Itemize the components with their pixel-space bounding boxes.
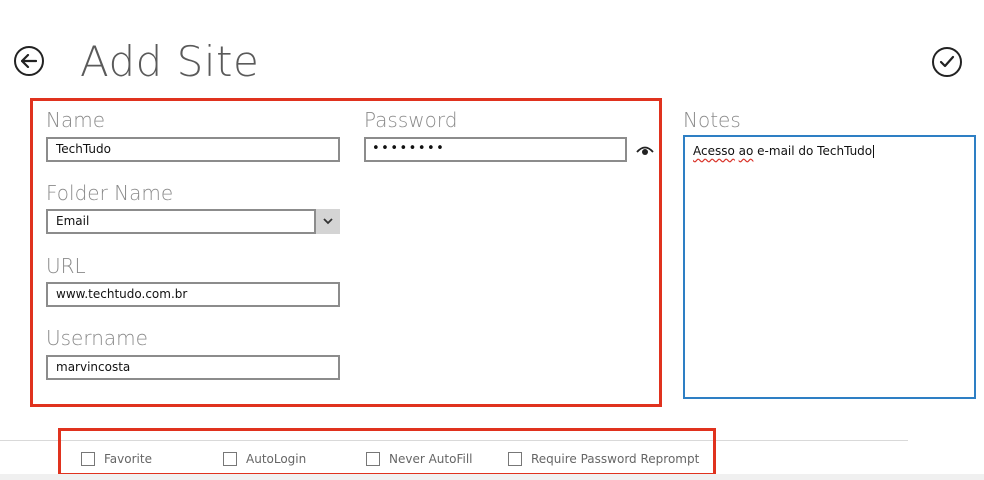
checkbox-label: Require Password Reprompt xyxy=(531,452,700,466)
never-autofill-checkbox[interactable]: Never AutoFill xyxy=(366,452,472,466)
password-label: Password xyxy=(364,108,458,132)
favorite-checkbox[interactable]: Favorite xyxy=(81,452,152,466)
notes-textarea[interactable]: Acesso ao e-mail do TechTudo xyxy=(683,135,976,399)
username-field[interactable]: marvincosta xyxy=(46,355,340,380)
checkbox-label: Favorite xyxy=(104,452,152,466)
url-label: URL xyxy=(46,254,86,278)
notes-text-word: ao xyxy=(738,144,754,158)
checkbox-label: AutoLogin xyxy=(246,452,307,466)
checkbox-box[interactable] xyxy=(508,452,522,466)
page-title: Add Site xyxy=(80,37,260,86)
checkbox-box[interactable] xyxy=(223,452,237,466)
password-field[interactable]: •••••••• xyxy=(364,137,627,162)
checkbox-box[interactable] xyxy=(81,452,95,466)
notes-text-rest: e-mail do TechTudo xyxy=(753,144,873,158)
notes-text-word: Acesso xyxy=(693,144,735,158)
text-caret xyxy=(873,145,875,158)
notes-label: Notes xyxy=(683,108,741,132)
folder-select[interactable]: Email xyxy=(46,209,316,234)
back-arrow-icon xyxy=(21,54,37,68)
require-password-reprompt-checkbox[interactable]: Require Password Reprompt xyxy=(508,452,699,466)
autologin-checkbox[interactable]: AutoLogin xyxy=(223,452,306,466)
checkmark-icon xyxy=(939,55,955,68)
checkbox-box[interactable] xyxy=(366,452,380,466)
folder-dropdown-button[interactable] xyxy=(316,209,340,234)
username-label: Username xyxy=(46,326,148,350)
checkbox-label: Never AutoFill xyxy=(389,452,473,466)
chevron-down-icon xyxy=(323,218,333,225)
name-field[interactable]: TechTudo xyxy=(46,137,340,162)
url-field[interactable]: www.techtudo.com.br xyxy=(46,282,340,307)
eye-icon[interactable] xyxy=(636,143,654,157)
back-button[interactable] xyxy=(14,46,44,76)
folder-name-label: Folder Name xyxy=(46,181,174,205)
bottom-app-bar-edge xyxy=(0,474,984,480)
save-button[interactable] xyxy=(932,47,962,77)
name-label: Name xyxy=(46,108,106,132)
